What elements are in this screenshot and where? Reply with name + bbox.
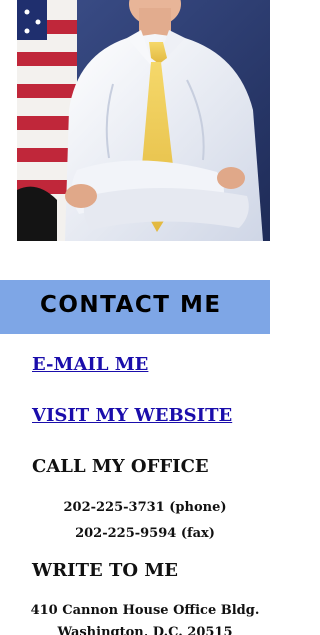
phone-number: 202-225-3731 (phone) xyxy=(63,500,227,515)
call-office-heading: CALL MY OFFICE xyxy=(32,456,209,477)
portrait-photo xyxy=(17,0,270,241)
fax-number: 202-225-9594 (fax) xyxy=(75,526,215,541)
contact-header-band: CONTACT ME xyxy=(0,280,270,334)
address-line-2: Washington, D.C. 20515 xyxy=(57,625,233,635)
website-link[interactable]: VISIT MY WEBSITE xyxy=(32,405,232,426)
contact-sidebar: CONTACT ME E-MAIL ME VISIT MY WEBSITE CA… xyxy=(0,0,270,635)
write-to-me-heading: WRITE TO ME xyxy=(32,560,178,581)
contact-heading: CONTACT ME xyxy=(40,292,222,318)
address-line-1: 410 Cannon House Office Bldg. xyxy=(30,603,260,618)
email-link[interactable]: E-MAIL ME xyxy=(32,354,148,375)
